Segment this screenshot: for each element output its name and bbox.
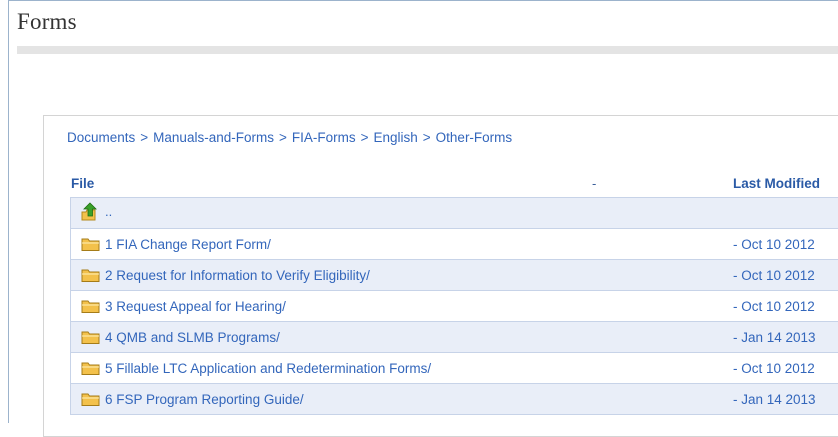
breadcrumb-english[interactable]: English bbox=[374, 130, 418, 145]
window-frame-top bbox=[8, 0, 838, 1]
last-modified-date: - Oct 10 2012 bbox=[733, 237, 815, 252]
column-header-last-modified[interactable]: Last Modified bbox=[733, 176, 820, 191]
breadcrumb: Documents > Manuals-and-Forms > FIA-Forms > En… bbox=[67, 130, 512, 145]
title-divider bbox=[17, 46, 838, 54]
folder-icon bbox=[81, 362, 100, 375]
column-header-separator: - bbox=[592, 176, 597, 191]
folder-icon bbox=[81, 238, 100, 251]
breadcrumb-separator: > bbox=[360, 130, 369, 145]
folder-link[interactable]: 3 Request Appeal for Hearing/ bbox=[105, 299, 286, 314]
window-frame-left bbox=[8, 0, 9, 423]
folder-link[interactable]: 6 FSP Program Reporting Guide/ bbox=[105, 392, 304, 407]
last-modified-date: - Jan 14 2013 bbox=[733, 330, 816, 345]
breadcrumb-other-forms[interactable]: Other-Forms bbox=[436, 130, 513, 145]
folder-link[interactable]: 5 Fillable LTC Application and Redetermi… bbox=[105, 361, 431, 376]
table-row[interactable]: 2 Request for Information to Verify Elig… bbox=[71, 260, 838, 291]
folder-link[interactable]: 2 Request for Information to Verify Elig… bbox=[105, 268, 370, 283]
folder-link[interactable]: 1 FIA Change Report Form/ bbox=[105, 237, 271, 252]
table-row[interactable]: 4 QMB and SLMB Programs/ - Jan 14 2013 bbox=[71, 322, 838, 353]
table-row[interactable]: 3 Request Appeal for Hearing/ - Oct 10 2… bbox=[71, 291, 838, 322]
breadcrumb-documents[interactable]: Documents bbox=[67, 130, 135, 145]
breadcrumb-manuals-and-forms[interactable]: Manuals-and-Forms bbox=[153, 130, 274, 145]
file-listing: .. 1 FIA Change Report Form/ - Oct 10 20… bbox=[70, 197, 838, 415]
last-modified-date: - Oct 10 2012 bbox=[733, 268, 815, 283]
folder-up-icon[interactable] bbox=[81, 202, 99, 222]
folder-link[interactable]: 4 QMB and SLMB Programs/ bbox=[105, 330, 280, 345]
breadcrumb-separator: > bbox=[278, 130, 287, 145]
table-row[interactable]: 6 FSP Program Reporting Guide/ - Jan 14 … bbox=[71, 384, 838, 415]
table-row[interactable]: 5 Fillable LTC Application and Redetermi… bbox=[71, 353, 838, 384]
column-header-file[interactable]: File bbox=[71, 176, 94, 191]
breadcrumb-separator: > bbox=[140, 130, 149, 145]
last-modified-date: - Jan 14 2013 bbox=[733, 392, 816, 407]
breadcrumb-separator: > bbox=[422, 130, 431, 145]
breadcrumb-fia-forms[interactable]: FIA-Forms bbox=[292, 130, 356, 145]
table-row[interactable]: 1 FIA Change Report Form/ - Oct 10 2012 bbox=[71, 229, 838, 260]
page-title: Forms bbox=[17, 9, 77, 34]
folder-icon bbox=[81, 300, 100, 313]
parent-directory-row[interactable]: .. bbox=[71, 198, 838, 229]
folder-icon bbox=[81, 331, 100, 344]
folder-icon bbox=[81, 393, 100, 406]
folder-icon bbox=[81, 269, 100, 282]
last-modified-date: - Oct 10 2012 bbox=[733, 299, 815, 314]
parent-directory-label[interactable]: .. bbox=[105, 204, 112, 219]
last-modified-date: - Oct 10 2012 bbox=[733, 361, 815, 376]
